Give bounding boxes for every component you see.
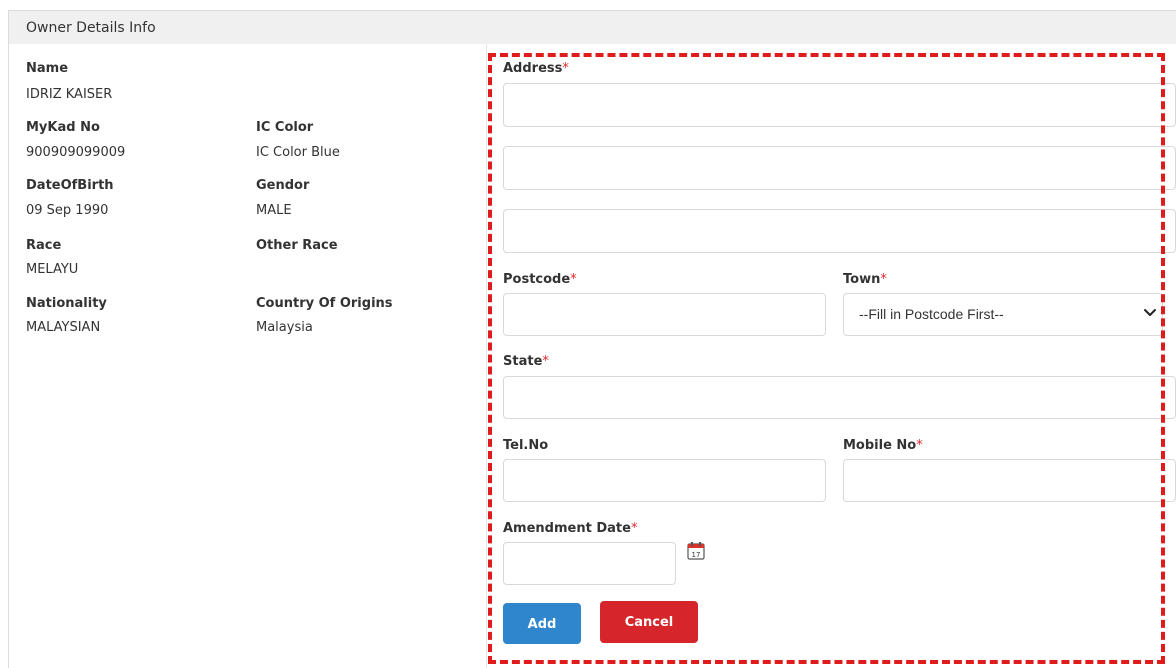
address-label: Address* — [503, 61, 569, 76]
town-label: Town* — [843, 272, 887, 287]
column-divider — [486, 44, 487, 668]
dob-value: 09 Sep 1990 — [26, 203, 109, 218]
calendar-icon[interactable]: 17 — [687, 541, 705, 560]
mykad-value: 900909099009 — [26, 145, 126, 160]
other-race-label: Other Race — [256, 238, 338, 253]
mykad-label: MyKad No — [26, 120, 100, 135]
address-line2-input[interactable] — [503, 146, 1176, 190]
required-marker: * — [880, 272, 887, 287]
amendment-date-input[interactable] — [503, 542, 676, 585]
dob-label: DateOfBirth — [26, 178, 114, 193]
panel-header: Owner Details Info — [8, 10, 1176, 44]
required-marker: * — [562, 61, 569, 76]
state-input[interactable] — [503, 376, 1176, 419]
country-value: Malaysia — [256, 320, 313, 335]
postcode-input[interactable] — [503, 293, 826, 336]
required-marker: * — [630, 521, 638, 536]
required-marker: * — [570, 272, 577, 287]
address-line1-input[interactable] — [503, 83, 1176, 127]
gender-label: Gendor — [256, 178, 310, 193]
nationality-value: MALAYSIAN — [26, 320, 101, 335]
amendment-date-label: Amendment Date* — [503, 521, 638, 536]
mobile-label: Mobile No* — [843, 438, 923, 453]
gender-value: MALE — [256, 203, 292, 218]
name-label: Name — [26, 61, 69, 76]
race-value: MELAYU — [26, 262, 79, 277]
tel-label: Tel.No — [503, 438, 549, 453]
mobile-input[interactable] — [843, 459, 1176, 502]
state-label: State* — [503, 354, 549, 369]
race-label: Race — [26, 238, 62, 253]
ic-color-label: IC Color — [256, 120, 314, 135]
nationality-label: Nationality — [26, 296, 107, 311]
chevron-down-icon — [1144, 309, 1156, 316]
required-marker: * — [916, 438, 923, 453]
calendar-day: 17 — [692, 551, 701, 559]
town-select[interactable]: --Fill in Postcode First-- — [843, 293, 1163, 336]
add-button[interactable]: Add — [503, 603, 581, 644]
tel-input[interactable] — [503, 459, 826, 502]
country-label: Country Of Origins — [256, 296, 393, 311]
panel-title: Owner Details Info — [26, 20, 156, 36]
name-value: IDRIZ KAISER — [26, 87, 113, 102]
ic-color-value: IC Color Blue — [256, 145, 340, 160]
postcode-label: Postcode* — [503, 272, 577, 287]
address-line3-input[interactable] — [503, 209, 1176, 253]
town-selected-value: --Fill in Postcode First-- — [859, 306, 1004, 322]
cancel-button[interactable]: Cancel — [600, 601, 698, 643]
required-marker: * — [542, 354, 549, 369]
